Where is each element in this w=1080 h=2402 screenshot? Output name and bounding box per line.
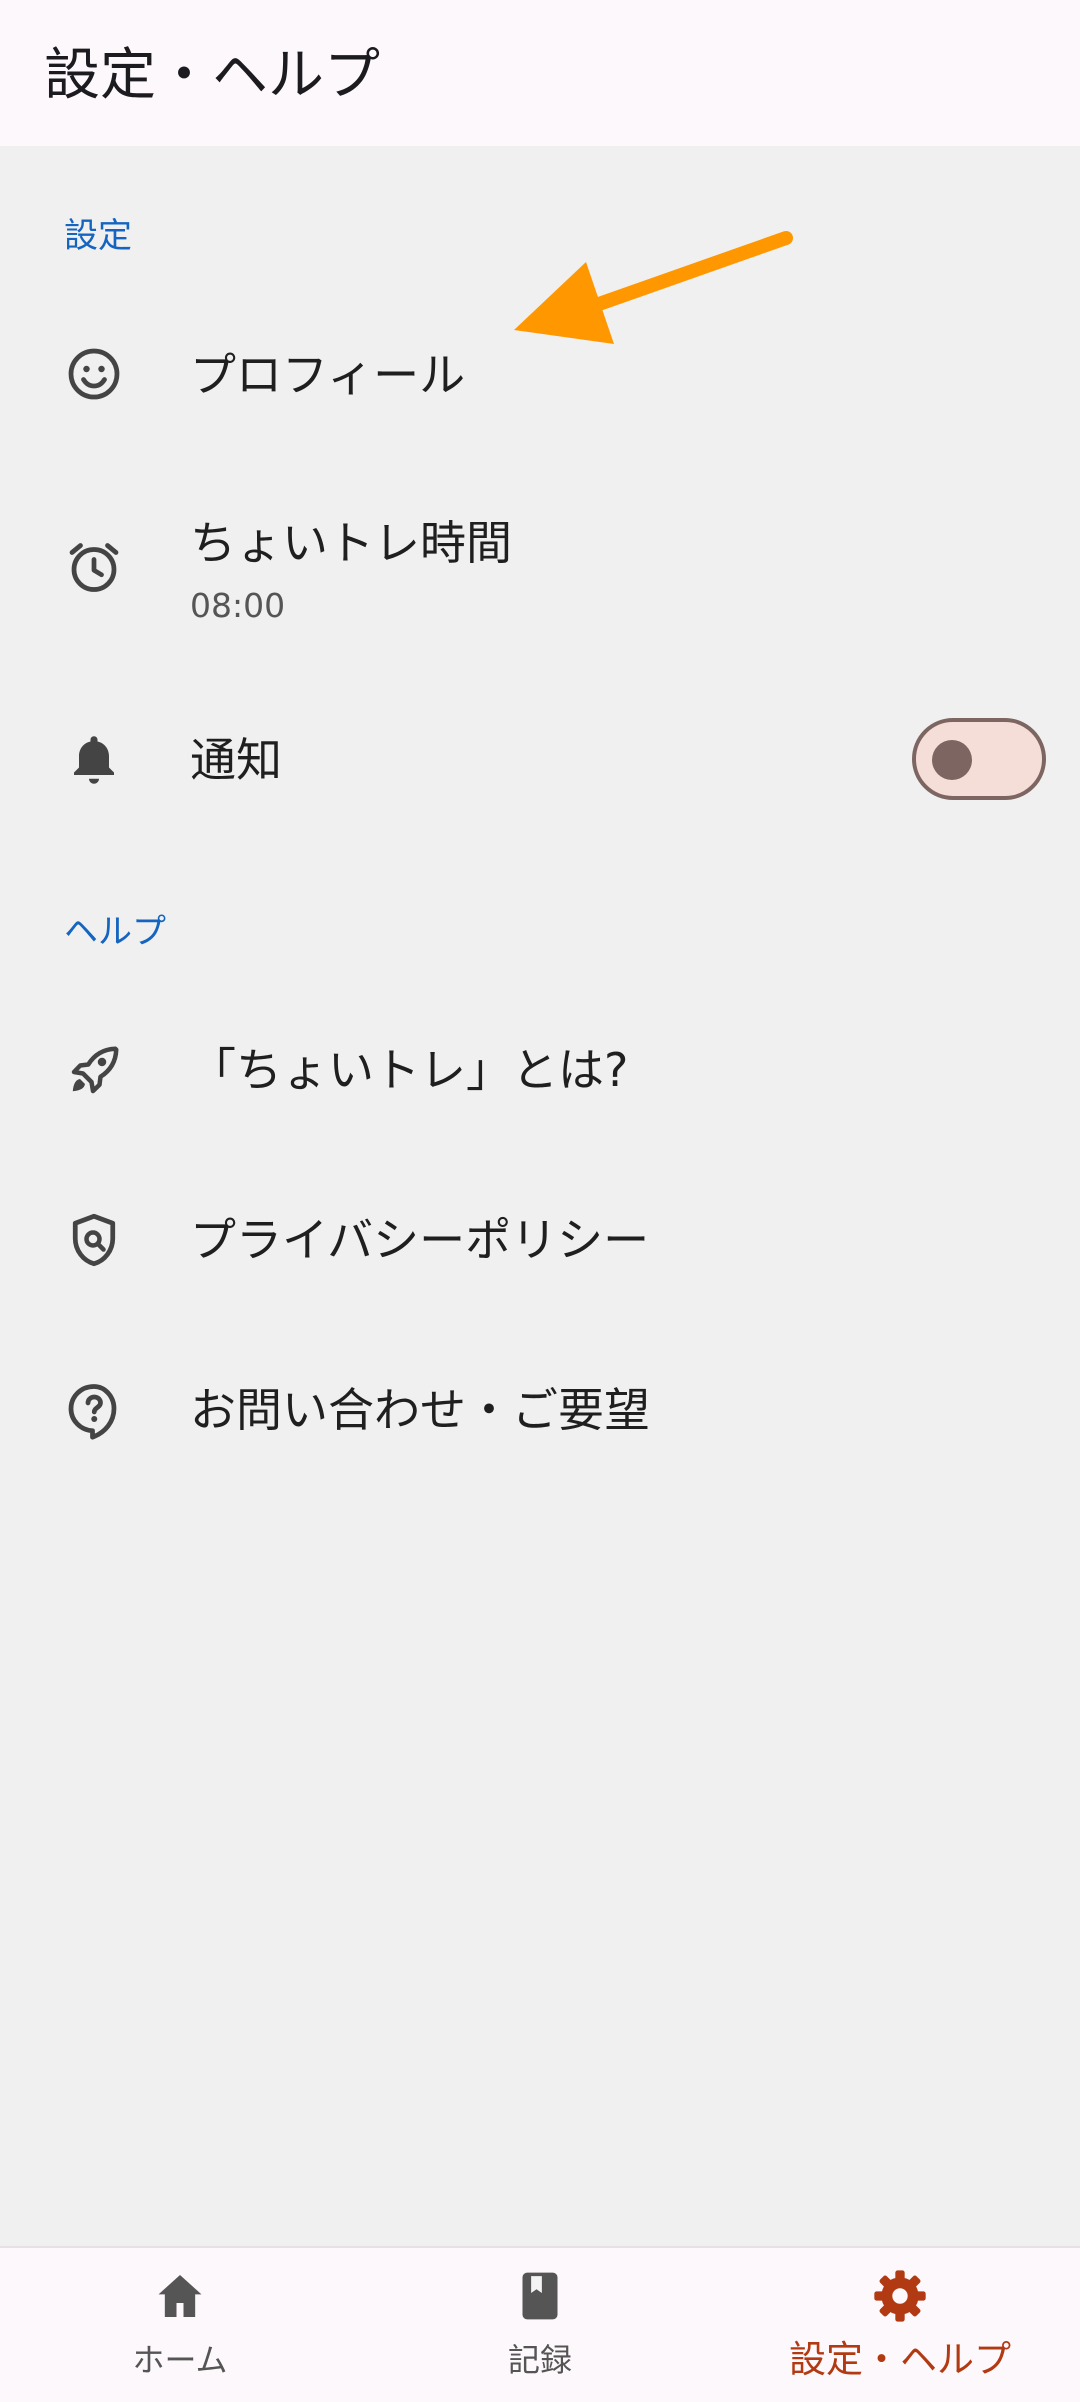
help-item-label: お問い合わせ・ご要望 (190, 1383, 650, 1437)
section-header-settings: 設定 (64, 216, 132, 256)
settings-item-training-time[interactable]: ちょいトレ時間 08:00 (0, 500, 1080, 650)
settings-item-label: プロフィール (190, 348, 466, 402)
nav-label: ホーム (132, 2341, 228, 2379)
book-icon (512, 2268, 568, 2324)
nav-item-settings-help[interactable]: 設定・ヘルプ (720, 2248, 1080, 2402)
section-header-help: ヘルプ (64, 912, 166, 952)
bell-icon (64, 730, 124, 790)
nav-label: 設定・ヘルプ (789, 2338, 1011, 2381)
help-bubble-icon (64, 1380, 124, 1440)
notification-toggle[interactable] (912, 718, 1046, 800)
alarm-clock-icon (64, 537, 124, 597)
help-item-label: プライバシーポリシー (190, 1213, 650, 1267)
annotation-arrow (514, 231, 793, 344)
help-item-label: 「ちょいトレ」とは? (190, 1043, 629, 1097)
help-item-contact[interactable]: お問い合わせ・ご要望 (0, 1335, 1080, 1485)
gear-icon (872, 2268, 928, 2324)
rocket-icon (64, 1040, 124, 1100)
help-item-privacy-policy[interactable]: プライバシーポリシー (0, 1165, 1080, 1315)
nav-item-records[interactable]: 記録 (360, 2248, 720, 2402)
settings-item-label: 通知 (190, 733, 282, 787)
home-icon (152, 2268, 208, 2324)
top-app-bar: 設定・ヘルプ (0, 0, 1080, 146)
page-title: 設定・ヘルプ (44, 43, 380, 108)
nav-item-home[interactable]: ホーム (0, 2248, 360, 2402)
settings-item-label: ちょいトレ時間 (190, 516, 512, 570)
bottom-navigation: ホーム 記録 設定・ヘルプ (0, 2246, 1080, 2402)
help-item-about[interactable]: 「ちょいトレ」とは? (0, 995, 1080, 1145)
smiley-face-icon (64, 344, 124, 404)
shield-person-icon (64, 1210, 124, 1270)
nav-label: 記録 (507, 2341, 572, 2379)
training-time-value: 08:00 (190, 586, 286, 625)
toggle-knob (932, 740, 972, 780)
